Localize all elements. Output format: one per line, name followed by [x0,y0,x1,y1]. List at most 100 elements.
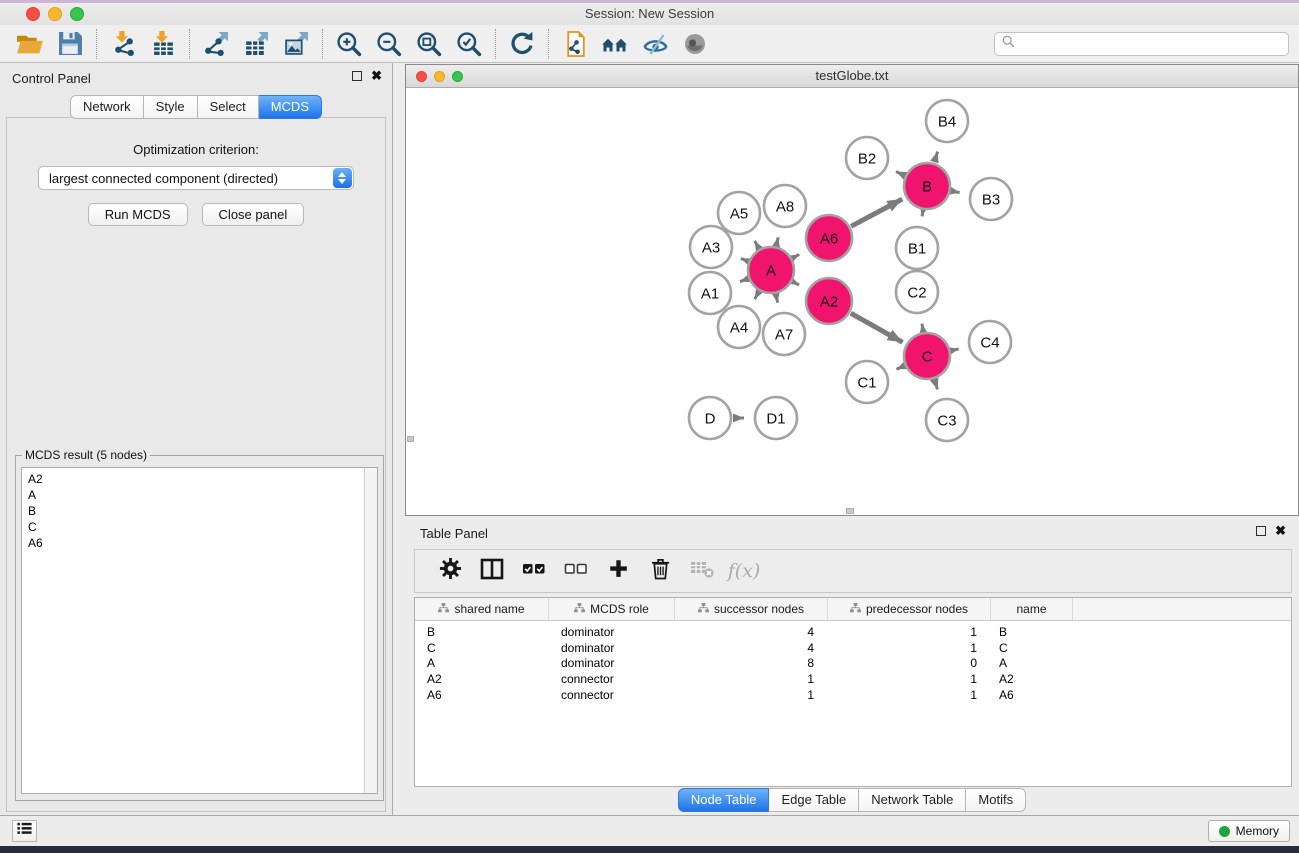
graph-edge-A-A2[interactable] [793,282,799,285]
save-session-button[interactable] [50,28,90,60]
show-all-columns-button[interactable] [515,554,553,588]
graph-node-A4[interactable]: A4 [718,306,760,348]
splitter-handle[interactable] [846,508,854,514]
export-network-button[interactable] [196,28,236,60]
minimize-window-button[interactable] [48,7,62,21]
tab-mcds[interactable]: MCDS [259,95,322,119]
task-history-button[interactable] [12,820,37,842]
refresh-button[interactable] [502,28,542,60]
tab-select[interactable]: Select [198,95,259,119]
graph-edge-B-B3[interactable] [951,191,959,193]
table-settings-button[interactable] [431,554,469,588]
network-graph[interactable]: B4B2BB3A5A8A6A3B1AA1C2A2A4A7C4CC1DD1C3 [406,88,1298,515]
memory-button[interactable]: Memory [1208,820,1290,842]
close-panel-icon[interactable]: ✖ [1275,526,1286,536]
graph-node-C1[interactable]: C1 [846,361,888,403]
column-header-successor-nodes[interactable]: successor nodes [675,598,828,620]
preview-button[interactable] [675,28,715,60]
toggle-style-visibility-button[interactable] [635,28,675,60]
graph-edge-A-A7[interactable] [776,294,778,302]
column-header-name[interactable]: name [991,598,1073,620]
zoom-selected-button[interactable] [449,28,489,60]
graph-edge-A-A1[interactable] [740,279,748,282]
export-image-button[interactable] [276,28,316,60]
graph-node-B[interactable]: B [904,163,950,209]
graph-edge-C-C4[interactable] [951,349,958,351]
scrollbar-track[interactable] [364,468,377,793]
mcds-result-item[interactable]: A6 [28,535,363,551]
tab-node-table[interactable]: Node Table [678,788,770,812]
graph-node-A2[interactable]: A2 [806,278,852,324]
graph-edge-A-A8[interactable] [776,237,778,245]
graph-node-B1[interactable]: B1 [896,227,938,269]
create-column-button[interactable] [599,554,637,588]
table-row[interactable]: A2connector11A2 [415,671,1291,687]
tab-edge-table[interactable]: Edge Table [769,788,859,812]
zoom-in-button[interactable] [329,28,369,60]
graph-edge-A-A6[interactable] [793,254,799,257]
table-row[interactable]: A6connector11A6 [415,687,1291,703]
mcds-result-item[interactable]: C [28,519,363,535]
graph-node-A8[interactable]: A8 [764,185,806,227]
graph-edge-B-B2[interactable] [896,172,904,176]
network-canvas[interactable]: B4B2BB3A5A8A6A3B1AA1C2A2A4A7C4CC1DD1C3 [406,88,1298,515]
graph-edge-C-C2[interactable] [922,324,923,332]
float-panel-icon[interactable] [1256,526,1266,536]
import-network-button[interactable] [103,28,143,60]
graph-node-D1[interactable]: D1 [755,397,797,439]
zoom-out-button[interactable] [369,28,409,60]
close-panel-icon[interactable]: ✖ [371,71,382,81]
mcds-result-item[interactable]: A2 [28,471,363,487]
hide-all-columns-button[interactable] [557,554,595,588]
graph-node-A7[interactable]: A7 [763,313,805,355]
zoom-window-button[interactable] [70,7,84,21]
graph-edge-A6-B[interactable] [851,199,902,226]
graph-edge-B-B4[interactable] [934,152,937,163]
graph-node-A6[interactable]: A6 [806,215,852,261]
network-zoom-button[interactable] [452,71,463,82]
splitter-handle[interactable] [407,436,414,442]
network-minimize-button[interactable] [434,71,445,82]
tab-network-table[interactable]: Network Table [859,788,966,812]
network-close-button[interactable] [416,71,427,82]
graph-node-D[interactable]: D [689,397,731,439]
mcds-result-item[interactable]: A [28,487,363,503]
zoom-fit-button[interactable] [409,28,449,60]
graph-edge-C-C1[interactable] [896,366,904,369]
graph-node-B2[interactable]: B2 [846,137,888,179]
export-table-button[interactable] [236,28,276,60]
table-row[interactable]: Bdominator41B [415,624,1291,640]
run-mcds-button[interactable]: Run MCDS [88,203,188,226]
import-table-button[interactable] [143,28,183,60]
graph-node-A[interactable]: A [748,247,794,293]
open-session-button[interactable] [10,28,50,60]
close-panel-button[interactable]: Close panel [202,203,305,226]
home-button[interactable] [595,28,635,60]
search-input[interactable] [1020,35,1288,53]
close-window-button[interactable] [26,7,40,21]
graph-edge-A-A3[interactable] [741,258,748,261]
table-row[interactable]: Cdominator41C [415,640,1291,656]
column-header-shared-name[interactable]: shared name [415,598,549,620]
table-row[interactable]: Adominator80A [415,655,1291,671]
network-document-button[interactable] [555,28,595,60]
graph-node-C[interactable]: C [904,333,950,379]
tab-network[interactable]: Network [70,95,144,119]
graph-edge-C-C3[interactable] [934,380,937,390]
graph-node-B3[interactable]: B3 [970,178,1012,220]
graph-node-C3[interactable]: C3 [926,399,968,441]
tab-motifs[interactable]: Motifs [966,788,1026,812]
tab-style[interactable]: Style [144,95,198,119]
split-view-button[interactable] [473,554,511,588]
criterion-dropdown[interactable]: largest connected component (directed) [38,166,354,190]
graph-node-B4[interactable]: B4 [926,100,968,142]
network-window-titlebar[interactable]: testGlobe.txt [406,65,1298,88]
graph-node-C4[interactable]: C4 [969,321,1011,363]
graph-node-A1[interactable]: A1 [689,272,731,314]
graph-edge-B-B1[interactable] [922,211,923,217]
graph-edge-A-A5[interactable] [755,241,759,248]
float-panel-icon[interactable] [352,71,362,81]
column-header-predecessor-nodes[interactable]: predecessor nodes [828,598,991,620]
graph-edge-A-A4[interactable] [755,292,759,299]
graph-node-A5[interactable]: A5 [718,192,760,234]
